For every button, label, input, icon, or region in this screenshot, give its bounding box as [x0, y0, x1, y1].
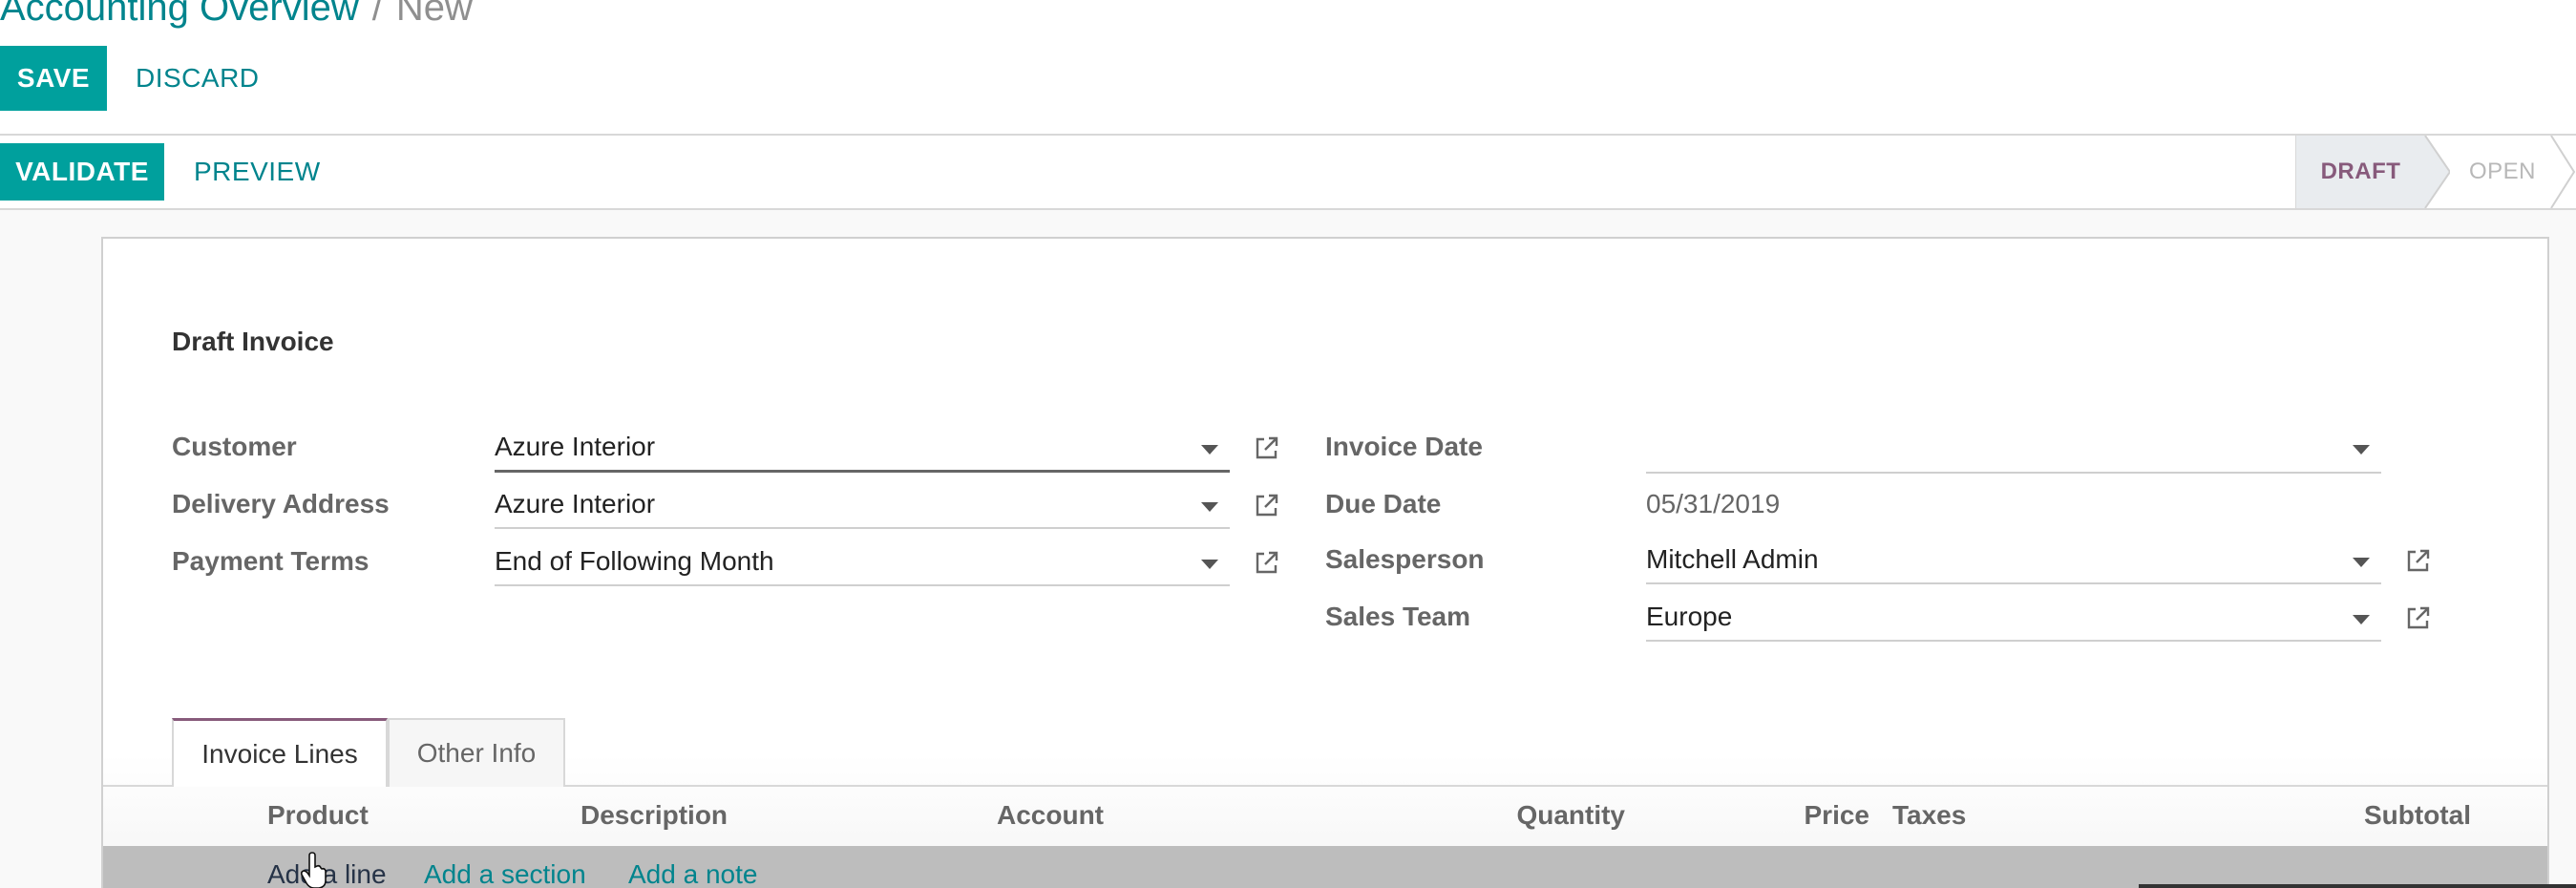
breadcrumb-parent-link[interactable]: Accounting Overview [0, 0, 359, 29]
external-link-icon[interactable] [2404, 603, 2433, 632]
delivery-address-label: Delivery Address [172, 489, 390, 518]
add-line-row: Add a line Add a section Add a note [103, 846, 2547, 888]
stage-arrow-icon [2421, 136, 2450, 208]
column-header-product[interactable]: Product [267, 800, 369, 831]
external-link-icon[interactable] [2404, 546, 2433, 575]
stage-draft: DRAFT [2295, 136, 2425, 208]
chevron-down-icon[interactable] [1201, 560, 1218, 569]
add-note-link[interactable]: Add a note [628, 859, 757, 888]
stage-open[interactable]: OPEN [2450, 136, 2555, 208]
breadcrumb: Accounting Overview / New [0, 0, 473, 40]
column-header-description[interactable]: Description [581, 800, 728, 831]
tab-other-info[interactable]: Other Info [388, 718, 565, 787]
due-date-label: Due Date [1325, 489, 1442, 518]
external-link-icon[interactable] [1253, 548, 1281, 577]
chevron-down-icon[interactable] [2353, 558, 2370, 567]
due-date-value: 05/31/2019 [1646, 489, 1781, 518]
sales-team-field[interactable]: Europe [1646, 602, 1732, 632]
sales-team-label: Sales Team [1325, 602, 1471, 631]
external-link-icon[interactable] [1253, 491, 1281, 519]
chevron-down-icon[interactable] [1201, 502, 1218, 512]
tab-invoice-lines[interactable]: Invoice Lines [172, 718, 388, 787]
column-header-account[interactable]: Account [997, 800, 1104, 831]
salesperson-underline [1646, 582, 2381, 584]
column-header-quantity[interactable]: Quantity [1482, 800, 1625, 831]
form-sheet: Draft Invoice Customer Azure Interior De… [101, 237, 2549, 888]
salesperson-field[interactable]: Mitchell Admin [1646, 544, 1819, 575]
payment-terms-underline [495, 584, 1230, 586]
column-header-price[interactable]: Price [1755, 800, 1870, 831]
customer-field[interactable]: Azure Interior [495, 432, 655, 462]
save-button[interactable]: SAVE [0, 46, 107, 111]
add-section-link[interactable]: Add a section [424, 859, 586, 888]
column-header-subtotal[interactable]: Subtotal [2318, 800, 2471, 831]
customer-field-underline [495, 470, 1230, 473]
external-link-icon[interactable] [1253, 433, 1281, 462]
hand-pointer-icon [300, 852, 327, 888]
invoice-date-label: Invoice Date [1325, 432, 1483, 461]
payment-terms-label: Payment Terms [172, 546, 370, 576]
delivery-address-field[interactable]: Azure Interior [495, 489, 655, 519]
breadcrumb-current: New [395, 0, 473, 29]
delivery-address-underline [495, 527, 1230, 529]
breadcrumb-separator: / [371, 0, 383, 29]
overlay-strip [2139, 884, 2576, 888]
chevron-down-icon[interactable] [2353, 615, 2370, 624]
preview-button[interactable]: PREVIEW [194, 143, 321, 201]
column-header-taxes[interactable]: Taxes [1892, 800, 1966, 831]
sheet-title: Draft Invoice [172, 327, 334, 356]
statusbar: VALIDATE PREVIEW DRAFT OPEN [0, 134, 2576, 210]
chevron-down-icon[interactable] [1201, 445, 1218, 455]
validate-button[interactable]: VALIDATE [0, 143, 164, 201]
sales-team-underline [1646, 640, 2381, 642]
discard-button[interactable]: DISCARD [136, 46, 260, 111]
salesperson-label: Salesperson [1325, 544, 1485, 574]
customer-label: Customer [172, 432, 297, 461]
invoice-date-underline [1646, 472, 2381, 474]
payment-terms-field[interactable]: End of Following Month [495, 546, 774, 577]
chevron-down-icon[interactable] [2353, 445, 2370, 455]
stage-arrow-icon [2550, 136, 2576, 208]
